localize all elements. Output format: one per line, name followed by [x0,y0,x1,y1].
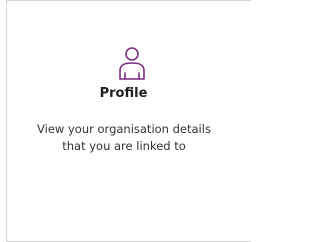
profile-card[interactable]: Profile View your organisation details t… [6,0,251,242]
card-description: View your organisation details that you … [37,122,211,153]
profile-person-icon [114,45,150,81]
card-title: Profile [99,86,148,101]
